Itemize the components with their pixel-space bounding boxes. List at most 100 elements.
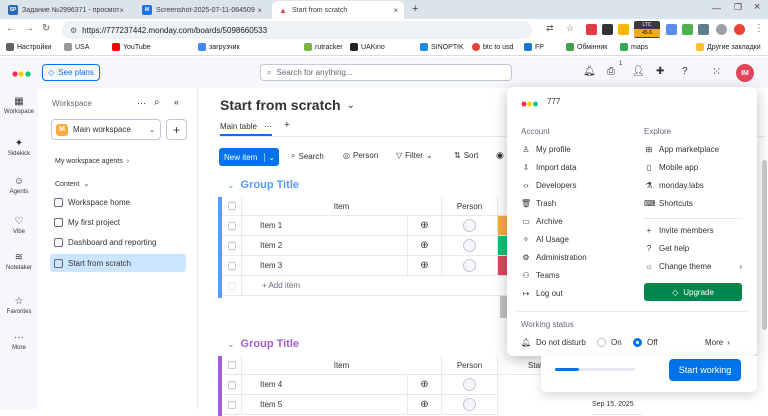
search-icon[interactable]: ⌕: [154, 97, 160, 108]
row-checkbox[interactable]: [222, 236, 242, 256]
menu-shortcuts[interactable]: ⌨ Shortcuts: [644, 199, 693, 208]
upgrade-button[interactable]: ◇ Upgrade: [644, 283, 742, 301]
menu-log-out[interactable]: ↦ Log out: [521, 289, 563, 298]
nav-my-first-project[interactable]: My first project: [50, 213, 186, 231]
board-title[interactable]: Start from scratch ⌄: [220, 97, 355, 113]
bookmark-item[interactable]: UAKino: [350, 43, 385, 51]
toolbar-sort[interactable]: ⇅ Sort: [454, 151, 478, 160]
bookmark-item[interactable]: rutracker: [304, 43, 343, 51]
select-all-checkbox[interactable]: [222, 356, 242, 375]
row-checkbox[interactable]: [222, 375, 242, 395]
bell-icon[interactable]: 🔔︎: [583, 66, 596, 77]
extension-icon[interactable]: [682, 24, 693, 35]
help-icon[interactable]: ?: [682, 66, 688, 77]
tab-main-table[interactable]: Main table ⋯: [220, 122, 273, 136]
maximize-icon[interactable]: ❐: [734, 2, 742, 13]
reload-icon[interactable]: ↻: [42, 23, 50, 34]
person-cell[interactable]: [442, 236, 498, 256]
working-status-more[interactable]: More ›: [705, 338, 730, 347]
row-checkbox[interactable]: [222, 216, 242, 236]
bookmark-item[interactable]: USA: [64, 43, 89, 51]
rail-notetaker[interactable]: ≋ Notetaker: [0, 252, 38, 271]
inbox-icon[interactable]: ⎙: [607, 66, 615, 77]
workspace-agents-link[interactable]: My workspace agents ›: [55, 158, 129, 165]
column-header-item[interactable]: Item: [242, 356, 442, 375]
table-row[interactable]: Item 1: [242, 216, 408, 236]
new-tab-icon[interactable]: +: [412, 3, 418, 15]
close-window-icon[interactable]: ×: [754, 1, 760, 13]
rail-more[interactable]: ··· More: [0, 332, 38, 351]
toolbar-person[interactable]: ◎ Person: [343, 151, 378, 160]
collapse-icon[interactable]: «: [174, 97, 179, 107]
bookmark-item[interactable]: Обмінник: [566, 43, 607, 51]
menu-import-data[interactable]: ⇩ Import data: [521, 163, 577, 172]
content-section-toggle[interactable]: Content ⌄: [55, 180, 89, 189]
column-header-person[interactable]: Person: [442, 356, 498, 375]
column-header-person[interactable]: Person: [442, 197, 498, 216]
add-item-button[interactable]: +: [166, 119, 187, 140]
app-grid-icon[interactable]: ⁙: [712, 65, 721, 78]
bookmark-item[interactable]: maps: [620, 43, 648, 51]
group-2-header[interactable]: ⌄ Group Title: [227, 338, 299, 350]
close-tab-icon[interactable]: ×: [393, 6, 398, 15]
menu-my-profile[interactable]: ♙ My profile: [521, 145, 570, 154]
bookmark-item[interactable]: FP: [524, 43, 544, 51]
date-cell[interactable]: Sep 15, 2025: [592, 395, 642, 415]
menu-invite-members[interactable]: + Invite members: [644, 226, 714, 235]
menu-app-marketplace[interactable]: ⊞ App marketplace: [644, 145, 719, 154]
table-row[interactable]: Item 2: [242, 236, 408, 256]
rail-sidekick[interactable]: ✦ Sidekick: [0, 138, 38, 157]
global-search-input[interactable]: ⌕ Search for anything...: [260, 64, 512, 81]
update-bubble-icon[interactable]: ⊕: [408, 256, 442, 276]
table-row[interactable]: Item 5: [242, 395, 408, 415]
profile-icon[interactable]: [716, 24, 727, 35]
url-field[interactable]: ⚙ https://777237442.monday.com/boards/50…: [62, 21, 532, 39]
new-item-button[interactable]: New item ⌄: [219, 148, 279, 166]
person-cell[interactable]: [442, 395, 498, 415]
bookmark-item[interactable]: Настройки: [6, 43, 51, 51]
column-header-item[interactable]: Item: [242, 197, 442, 216]
site-info-icon[interactable]: ⚙: [70, 26, 77, 35]
update-bubble-icon[interactable]: ⊕: [408, 236, 442, 256]
menu-developers[interactable]: ‹› Developers: [521, 181, 576, 190]
apps-puzzle-icon[interactable]: ✚: [656, 66, 664, 77]
bookmark-item[interactable]: SINOPTIK: [420, 43, 464, 51]
browser-tab-active[interactable]: ▲ Start from scratch ×: [272, 1, 404, 19]
extensions-puzzle-icon[interactable]: [698, 24, 709, 35]
select-all-checkbox[interactable]: [222, 197, 242, 216]
menu-trash[interactable]: 🗑︎ Trash: [521, 199, 556, 208]
update-bubble-icon[interactable]: ⊕: [408, 395, 442, 415]
nav-workspace-home[interactable]: Workspace home: [50, 193, 186, 211]
table-row[interactable]: Item 3: [242, 256, 408, 276]
translate-icon[interactable]: ⇄: [546, 23, 554, 34]
forward-icon[interactable]: →: [24, 23, 34, 34]
back-icon[interactable]: ←: [6, 23, 16, 34]
rail-favorites[interactable]: ☆ Favorites: [0, 296, 38, 315]
rail-vibe[interactable]: ♡ Vibe: [0, 216, 38, 235]
browser-tab[interactable]: SP Задание №2996371 - просмотр з ×: [2, 1, 130, 19]
extension-icon[interactable]: [618, 24, 629, 35]
invite-user-icon[interactable]: 👤︎: [632, 66, 645, 77]
update-bubble-icon[interactable]: ⊕: [408, 375, 442, 395]
menu-ai-usage[interactable]: ✧ AI Usage: [521, 235, 569, 244]
person-cell[interactable]: [442, 375, 498, 395]
person-cell[interactable]: [442, 256, 498, 276]
bookmark-item[interactable]: загрузчик: [198, 43, 240, 51]
toolbar-filter[interactable]: ▽ Filter ⌄: [396, 151, 433, 160]
table-row[interactable]: Item 4: [242, 375, 408, 395]
dnd-on-radio[interactable]: On: [597, 338, 622, 347]
workspace-selector[interactable]: M Main workspace ⌄: [51, 119, 161, 140]
menu-change-theme[interactable]: ☼ Change theme ›: [644, 262, 742, 271]
nav-start-from-scratch[interactable]: Start from scratch: [50, 254, 186, 272]
profile-icon[interactable]: [734, 24, 745, 35]
browser-menu-icon[interactable]: ⋮: [754, 23, 764, 34]
menu-monday-labs[interactable]: ⚗ monday.labs: [644, 181, 703, 190]
extension-icon[interactable]: [666, 24, 677, 35]
menu-archive[interactable]: ▭ Archive: [521, 217, 562, 226]
person-cell[interactable]: [442, 216, 498, 236]
browser-tab[interactable]: M Screenshot-2025-07-11-064509 hy ×: [136, 1, 268, 19]
toolbar-search[interactable]: ⌕ Search: [291, 151, 324, 161]
minimize-icon[interactable]: —: [712, 3, 721, 13]
avatar[interactable]: IM: [736, 64, 754, 82]
row-checkbox[interactable]: [222, 256, 242, 276]
